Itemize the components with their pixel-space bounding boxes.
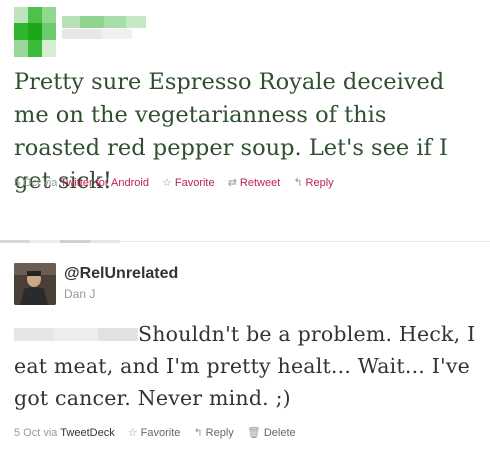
reply-icon: ↰	[193, 427, 203, 439]
favorite-button[interactable]: ☆ Favorite	[128, 427, 181, 439]
tweet-meta: 5 Oct via TweetDeck ☆ Favorite ↰ Reply 🗑 De…	[14, 426, 296, 439]
reply-icon: ↰	[293, 177, 303, 189]
username-blurred[interactable]	[62, 16, 162, 42]
timestamp[interactable]: 5 Oct	[14, 177, 40, 189]
delete-button[interactable]: 🗑 Delete	[247, 427, 296, 439]
mention-blurred[interactable]	[14, 325, 138, 343]
star-icon: ☆	[162, 177, 172, 189]
client-link[interactable]: Twitter for Android	[60, 177, 149, 189]
reply-button[interactable]: ↰ Reply	[293, 177, 333, 189]
profile-photo	[14, 263, 56, 305]
retweet-icon: ⇄	[227, 177, 237, 189]
reply-button[interactable]: ↰ Reply	[193, 427, 233, 439]
trash-icon: 🗑	[246, 427, 261, 439]
via-label: via	[43, 427, 58, 439]
timestamp[interactable]: 5 Oct	[14, 427, 40, 439]
star-icon: ☆	[127, 427, 138, 439]
display-name: Dan J	[64, 287, 96, 301]
tweet-meta: 5 Oct via Twitter for Android ☆ Favorite …	[14, 176, 334, 189]
divider-blurred	[0, 240, 120, 248]
via-label: via	[43, 177, 58, 189]
avatar[interactable]	[14, 7, 56, 57]
retweet-button[interactable]: ⇄ Retweet	[228, 177, 281, 189]
client-link[interactable]: TweetDeck	[60, 427, 114, 439]
username-link[interactable]: @RelUnrelated	[64, 265, 178, 283]
avatar[interactable]	[14, 263, 56, 305]
favorite-button[interactable]: ☆ Favorite	[162, 177, 215, 189]
tweet-text: Shouldn't be a problem. Heck, I eat meat…	[14, 318, 479, 414]
